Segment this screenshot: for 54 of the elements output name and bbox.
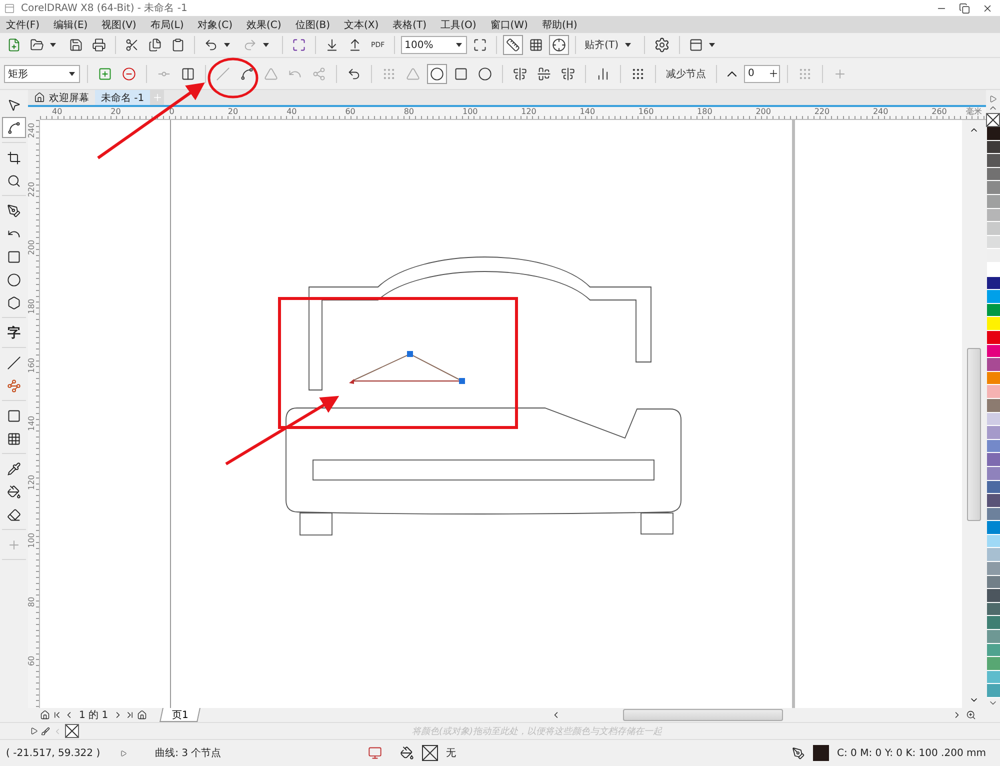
menu-item[interactable]: 文件(F) [6,18,40,32]
document-tab[interactable]: 欢迎屏幕 [28,90,95,105]
ruler-label: 160 [637,107,655,118]
ruler-label: 100 [461,107,479,118]
menu-item[interactable]: 窗口(W) [490,18,528,32]
ruler-label: 60 [27,656,36,666]
ruler-label: 120 [520,107,538,118]
reduce-nodes-button[interactable]: 减少节点 [663,64,709,84]
menu-item[interactable]: 对象(C) [198,18,233,32]
menu-item[interactable]: 布局(L) [150,18,184,32]
ruler-label: 140 [578,107,596,118]
ruler-unit: 毫米 [966,107,983,118]
ruler-label: 100 [27,533,36,548]
fill-value: 无 [446,747,456,760]
menu-item[interactable]: 文本(X) [344,18,379,32]
menu-item[interactable]: 视图(V) [102,18,136,32]
cursor-coordinates: ( -21.517, 59.322 ) [6,748,100,758]
selection-info: 曲线: 3 个节点 [155,746,222,760]
menu-item[interactable]: 编辑(E) [54,18,88,32]
window-title: CorelDRAW X8 (64-Bit) - 未命名 -1 [21,2,188,15]
ruler-label: 80 [402,107,416,118]
ruler-label: 180 [27,298,36,314]
ruler-label: 120 [27,474,36,490]
ruler-label: 40 [51,107,64,118]
ruler-label: 180 [696,107,714,118]
ruler-label: 140 [27,416,36,432]
ruler-label: 240 [872,107,890,118]
ruler-label: 40 [286,107,298,118]
ruler-label: 220 [813,107,831,118]
ruler-label: 200 [754,107,772,118]
ruler-label: 260 [930,107,948,118]
ruler-label: 200 [27,240,36,256]
menu-item[interactable]: 效果(C) [246,18,282,32]
page-tab[interactable]: 页1 [160,708,201,722]
document-tab[interactable]: 未命名 -1 [95,90,150,105]
outline-value: C: 0 M: 0 Y: 0 K: 100 .200 mm [837,748,986,758]
ruler-label: 20 [226,107,240,118]
menu-item[interactable]: 帮助(H) [542,18,578,32]
snap-button[interactable]: 贴齐(T) [582,35,638,55]
menu-item[interactable]: 工具(O) [440,18,476,32]
ruler-label: 20 [110,107,122,118]
ruler-label: 220 [27,181,36,197]
zoom-level-field[interactable]: 100% [400,36,467,54]
ruler-label: 80 [27,596,36,608]
ruler-label: 240 [27,122,36,138]
ruler-label: 160 [27,357,36,373]
menu-item[interactable]: 位图(B) [295,18,330,32]
tool-button[interactable]: 字 [2,322,26,343]
ruler-label: 0 [168,107,176,118]
menu-item[interactable]: 表格(T) [392,18,427,32]
object-type-dropdown[interactable]: 矩形 [4,64,80,82]
page-position: 1 的 1 [79,709,108,722]
ruler-label: 60 [344,107,356,118]
smoothness-field[interactable]: 0 [744,64,780,82]
